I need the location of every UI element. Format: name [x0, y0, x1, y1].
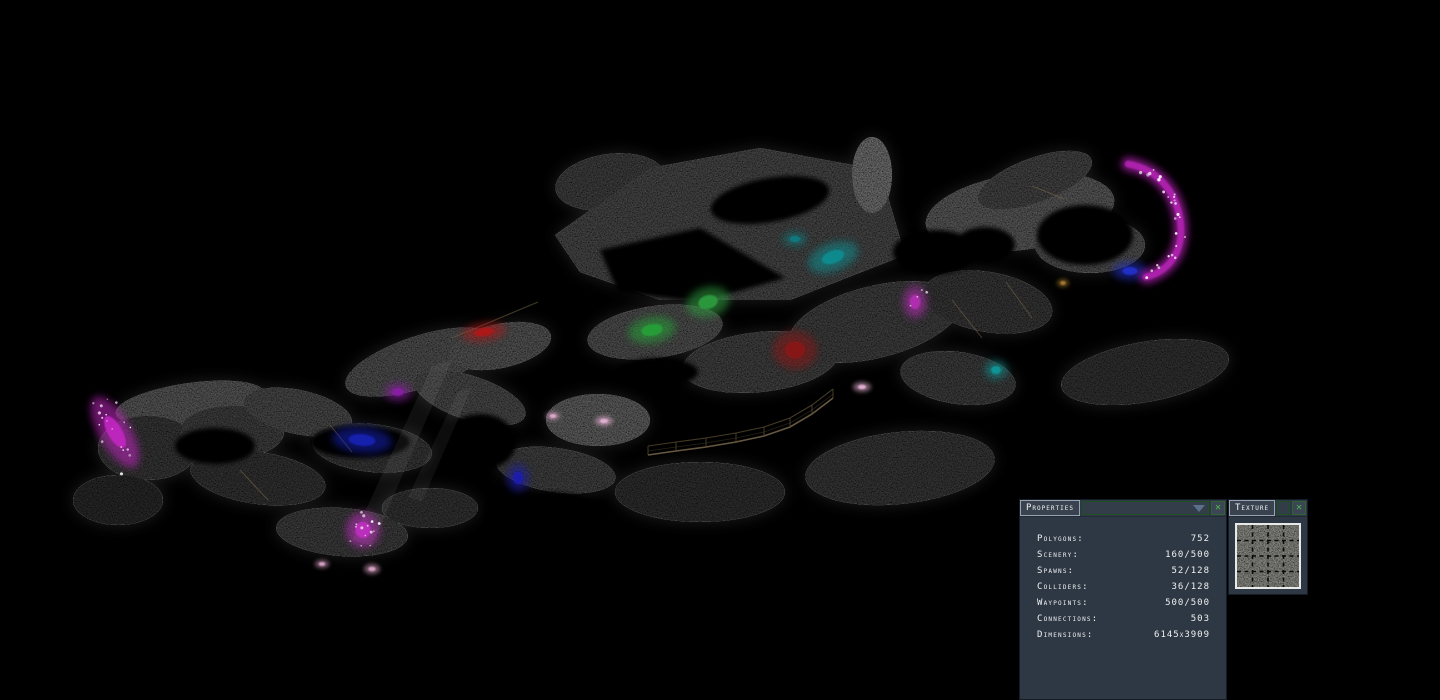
- property-row: Spawns: 52/128: [1020, 563, 1226, 579]
- properties-dropdown[interactable]: [1081, 501, 1209, 515]
- property-row: Waypoints: 500/500: [1020, 595, 1226, 611]
- property-value: 52/128: [1171, 566, 1210, 576]
- close-icon: ✕: [1295, 502, 1303, 513]
- property-label: Waypoints:: [1037, 598, 1089, 608]
- texture-swatch-image: [1237, 525, 1299, 587]
- properties-panel: Properties ✕ Polygons: 752 Scenery: 160/500…: [1019, 499, 1227, 700]
- map-editor-root: Properties ✕ Polygons: 752 Scenery: 160/500…: [0, 0, 1440, 700]
- chevron-down-icon: [1193, 504, 1205, 512]
- property-row: Scenery: 160/500: [1020, 547, 1226, 563]
- property-label: Connections:: [1037, 614, 1099, 624]
- texture-close-button[interactable]: ✕: [1292, 501, 1306, 515]
- property-row: Polygons: 752: [1020, 531, 1226, 547]
- properties-body: Polygons: 752 Scenery: 160/500 Spawns: 52/128…: [1020, 517, 1226, 643]
- close-icon: ✕: [1214, 502, 1222, 513]
- property-row: Colliders: 36/128: [1020, 579, 1226, 595]
- texture-titlebar[interactable]: Texture ✕: [1229, 500, 1307, 517]
- property-value: 752: [1190, 534, 1210, 544]
- properties-close-button[interactable]: ✕: [1211, 501, 1225, 515]
- texture-titlebar-filler: [1277, 501, 1290, 515]
- property-label: Colliders:: [1037, 582, 1089, 592]
- texture-preview[interactable]: [1235, 523, 1301, 589]
- texture-panel-title: Texture: [1229, 500, 1276, 516]
- property-label: Polygons:: [1037, 534, 1084, 544]
- property-value: 500/500: [1165, 598, 1210, 608]
- properties-panel-title: Properties: [1020, 500, 1080, 516]
- property-label: Spawns:: [1037, 566, 1075, 576]
- properties-titlebar[interactable]: Properties ✕: [1020, 500, 1226, 517]
- property-value: 160/500: [1165, 550, 1210, 560]
- property-row: Connections: 503: [1020, 611, 1226, 627]
- property-label: Scenery:: [1037, 550, 1080, 560]
- texture-panel: Texture ✕: [1228, 499, 1308, 595]
- property-label: Dimensions:: [1037, 630, 1094, 640]
- property-value: 36/128: [1171, 582, 1210, 592]
- property-value: 6145x3909: [1154, 630, 1210, 640]
- property-row: Dimensions: 6145x3909: [1020, 627, 1226, 643]
- property-value: 503: [1190, 614, 1210, 624]
